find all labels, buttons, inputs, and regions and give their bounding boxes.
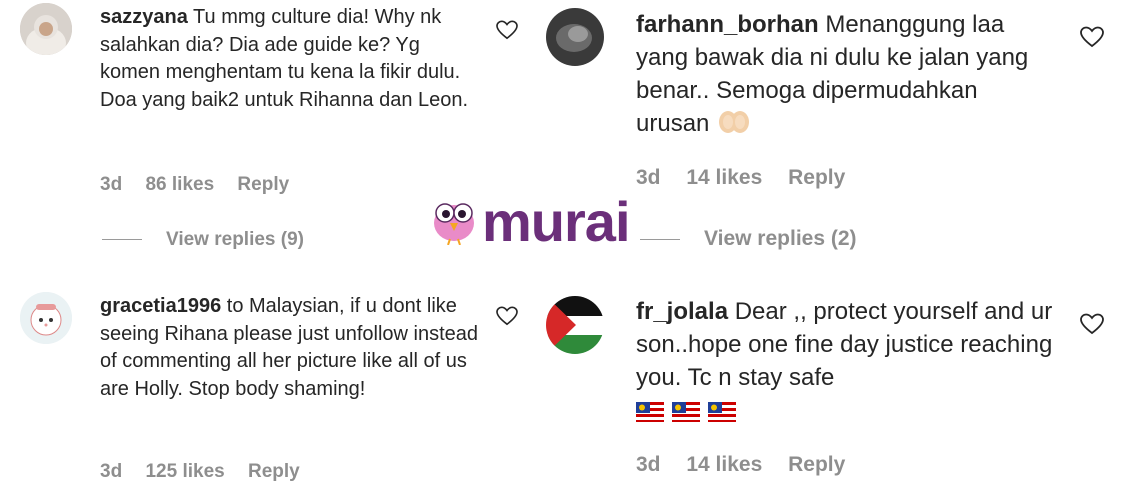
- timestamp: 3d: [636, 166, 661, 189]
- comment-text: farhann_borhan Menanggung laa yang bawak…: [636, 8, 1056, 140]
- comment-meta: 3d 125 likes Reply: [100, 461, 300, 483]
- comment-text: gracetia1996 to Malaysian, if u dont lik…: [100, 293, 480, 403]
- profile-photo-icon: [20, 3, 72, 55]
- replies-divider: [102, 239, 142, 241]
- view-replies-button[interactable]: View replies (2): [640, 227, 857, 251]
- avatar[interactable]: [20, 292, 72, 344]
- username-link[interactable]: farhann_borhan: [636, 11, 819, 38]
- pink-bird-mascot-icon: [428, 193, 480, 250]
- comment-meta: 3d 14 likes Reply: [636, 453, 845, 477]
- username-link[interactable]: gracetia1996: [100, 295, 221, 317]
- likes-count[interactable]: 14 likes: [686, 166, 762, 190]
- heart-icon[interactable]: [496, 20, 518, 45]
- reply-button[interactable]: Reply: [248, 461, 300, 483]
- reply-button[interactable]: Reply: [788, 166, 845, 190]
- likes-count[interactable]: 14 likes: [686, 453, 762, 477]
- username-link[interactable]: sazzyana: [100, 6, 188, 28]
- likes-count[interactable]: 125 likes: [145, 461, 224, 483]
- timestamp: 3d: [100, 461, 123, 482]
- avatar[interactable]: [546, 8, 604, 66]
- malaysia-flag-icon: [636, 402, 664, 423]
- view-replies-button[interactable]: View replies (9): [102, 229, 304, 251]
- avatar[interactable]: [546, 296, 604, 354]
- comment-text: sazzyana Tu mmg culture dia! Why nk sala…: [100, 4, 480, 114]
- palestine-flag-avatar-icon: [546, 296, 604, 354]
- malaysia-flag-icon: [672, 402, 700, 423]
- profile-photo-icon: [546, 8, 604, 66]
- reply-button[interactable]: Reply: [237, 174, 289, 196]
- comment-text: fr_jolala Dear ,, protect yourself and u…: [636, 295, 1066, 427]
- heart-icon[interactable]: [1080, 26, 1104, 53]
- timestamp: 3d: [636, 453, 661, 476]
- view-replies-label: View replies (9): [166, 229, 304, 250]
- comment-meta: 3d 86 likes Reply: [100, 174, 289, 196]
- malaysia-flag-icon: [708, 402, 736, 423]
- heart-icon[interactable]: [1080, 313, 1104, 340]
- timestamp: 3d: [100, 174, 123, 195]
- likes-count[interactable]: 86 likes: [145, 174, 214, 196]
- malaysia-flag-emoji-row: [636, 397, 744, 424]
- reply-button[interactable]: Reply: [788, 453, 845, 477]
- comment-meta: 3d 14 likes Reply: [636, 166, 845, 190]
- cartoon-cat-avatar-icon: [20, 292, 72, 344]
- replies-divider: [640, 238, 680, 240]
- view-replies-label: View replies (2): [704, 227, 857, 250]
- username-link[interactable]: fr_jolala: [636, 298, 728, 325]
- avatar[interactable]: [20, 3, 72, 55]
- heart-icon[interactable]: [496, 306, 518, 331]
- folded-hands-emoji-icon: [719, 111, 750, 134]
- murai-logo: murai: [482, 190, 630, 253]
